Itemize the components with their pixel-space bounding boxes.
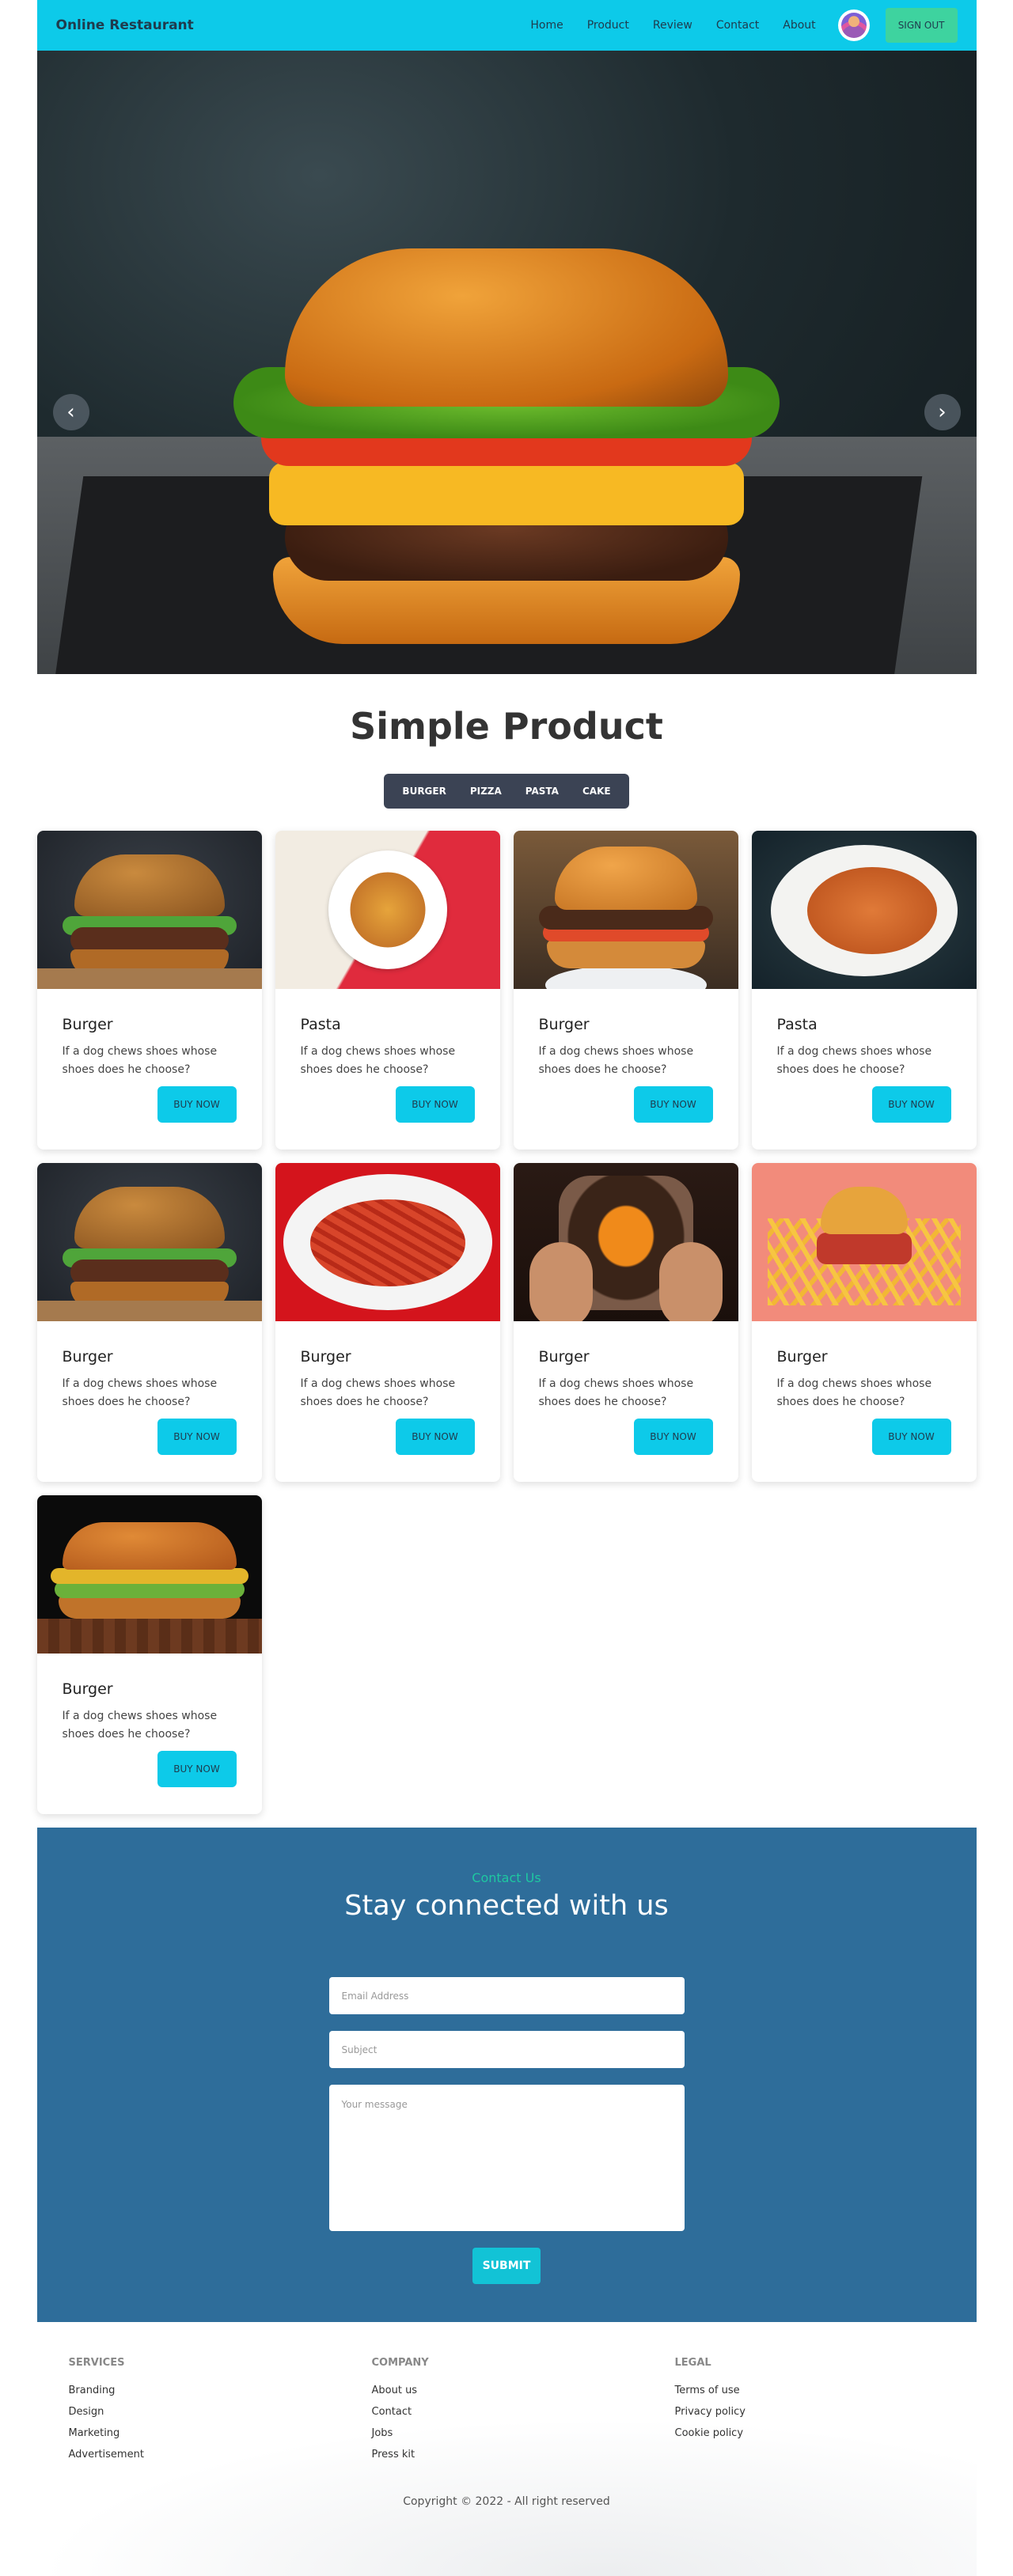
footer-link-contact[interactable]: Contact bbox=[372, 2406, 675, 2427]
product-card: Burger If a dog chews shoes whose shoes … bbox=[36, 1495, 262, 1814]
product-title: Burger bbox=[62, 1680, 113, 1698]
message-field[interactable]: Your message bbox=[328, 2085, 685, 2231]
product-description: If a dog chews shoes whose shoes does he… bbox=[62, 1377, 218, 1408]
category-tabs: BURGER PIZZA PASTA CAKE bbox=[37, 774, 977, 809]
buy-now-button[interactable]: BUY NOW bbox=[395, 1086, 475, 1123]
copyright: Copyright © 2022 - All right reserved bbox=[403, 2495, 610, 2508]
footer-link-marketing[interactable]: Marketing bbox=[69, 2427, 372, 2449]
product-image bbox=[513, 1163, 738, 1321]
footer-heading: SERVICES bbox=[68, 2357, 125, 2369]
product-grid: Burger If a dog chews shoes whose shoes … bbox=[36, 831, 977, 1814]
footer-link-jobs[interactable]: Jobs bbox=[372, 2427, 675, 2449]
nav-link-product[interactable]: Product bbox=[587, 19, 629, 32]
buy-now-button[interactable]: BUY NOW bbox=[157, 1419, 237, 1455]
hero-cheese bbox=[269, 462, 744, 525]
product-card: Pasta If a dog chews shoes whose shoes d… bbox=[751, 831, 977, 1150]
product-image bbox=[513, 831, 738, 989]
buy-now-button[interactable]: BUY NOW bbox=[633, 1086, 713, 1123]
contact-section: Contact Us Stay connected with us Email … bbox=[36, 1828, 977, 2322]
product-description: If a dog chews shoes whose shoes does he… bbox=[62, 1710, 218, 1741]
hero-carousel: ‹ › bbox=[36, 51, 977, 674]
submit-button[interactable]: SUBMIT bbox=[472, 2248, 541, 2284]
product-image bbox=[275, 1163, 500, 1321]
product-card: Pasta If a dog chews shoes whose shoes d… bbox=[275, 831, 500, 1150]
product-description: If a dog chews shoes whose shoes does he… bbox=[776, 1045, 932, 1076]
product-title: Burger bbox=[62, 1348, 113, 1366]
product-card: Burger If a dog chews shoes whose shoes … bbox=[275, 1163, 500, 1482]
product-card: Burger If a dog chews shoes whose shoes … bbox=[513, 831, 738, 1150]
footer-services: SERVICES Branding Design Marketing Adver… bbox=[69, 2357, 372, 2470]
product-title: Pasta bbox=[300, 1016, 341, 1033]
nav-link-review[interactable]: Review bbox=[653, 19, 692, 32]
product-image bbox=[751, 831, 977, 989]
product-image bbox=[36, 1163, 262, 1321]
footer-link-branding[interactable]: Branding bbox=[69, 2385, 372, 2406]
tab-cake[interactable]: CAKE bbox=[571, 786, 623, 797]
footer-link-press-kit[interactable]: Press kit bbox=[372, 2449, 675, 2470]
brand-logo[interactable]: Online Restaurant bbox=[56, 17, 194, 33]
buy-now-button[interactable]: BUY NOW bbox=[633, 1419, 713, 1455]
email-field[interactable]: Email Address bbox=[328, 1977, 685, 2014]
product-image bbox=[751, 1163, 977, 1321]
buy-now-button[interactable]: BUY NOW bbox=[871, 1086, 951, 1123]
footer: SERVICES Branding Design Marketing Adver… bbox=[36, 2322, 977, 2576]
products-title: Simple Product bbox=[350, 705, 663, 748]
contact-title: Stay connected with us bbox=[344, 1890, 669, 1922]
product-title: Burger bbox=[62, 1016, 113, 1033]
buy-now-button[interactable]: BUY NOW bbox=[157, 1751, 237, 1787]
buy-now-button[interactable]: BUY NOW bbox=[395, 1419, 475, 1455]
buy-now-button[interactable]: BUY NOW bbox=[157, 1086, 237, 1123]
product-title: Burger bbox=[776, 1348, 828, 1366]
nav-link-contact[interactable]: Contact bbox=[716, 19, 759, 32]
subject-field[interactable]: Subject bbox=[328, 2031, 685, 2068]
footer-link-about[interactable]: About us bbox=[372, 2385, 675, 2406]
avatar-image bbox=[840, 13, 867, 38]
product-description: If a dog chews shoes whose shoes does he… bbox=[538, 1045, 694, 1076]
product-title: Burger bbox=[538, 1016, 590, 1033]
hero-bun-top bbox=[285, 248, 728, 407]
tab-pizza[interactable]: PIZZA bbox=[458, 786, 514, 797]
category-tabs-bar: BURGER PIZZA PASTA CAKE bbox=[384, 774, 629, 809]
navbar: Online Restaurant Home Product Review Co… bbox=[36, 0, 977, 51]
signout-button[interactable]: SIGN OUT bbox=[885, 8, 958, 43]
footer-link-design[interactable]: Design bbox=[69, 2406, 372, 2427]
product-image bbox=[275, 831, 500, 989]
product-title: Pasta bbox=[776, 1016, 818, 1033]
nav-link-about[interactable]: About bbox=[783, 19, 815, 32]
nav-link-home[interactable]: Home bbox=[530, 19, 563, 32]
product-description: If a dog chews shoes whose shoes does he… bbox=[776, 1377, 932, 1408]
product-card: Burger If a dog chews shoes whose shoes … bbox=[36, 831, 262, 1150]
footer-heading: COMPANY bbox=[371, 2357, 429, 2369]
avatar[interactable] bbox=[837, 9, 870, 41]
footer-legal: LEGAL Terms of use Privacy policy Cookie… bbox=[675, 2357, 912, 2470]
footer-link-privacy[interactable]: Privacy policy bbox=[675, 2406, 912, 2427]
product-card: Burger If a dog chews shoes whose shoes … bbox=[36, 1163, 262, 1482]
product-description: If a dog chews shoes whose shoes does he… bbox=[538, 1377, 694, 1408]
product-card: Burger If a dog chews shoes whose shoes … bbox=[513, 1163, 738, 1482]
tab-burger[interactable]: BURGER bbox=[390, 786, 457, 797]
footer-heading: LEGAL bbox=[674, 2357, 711, 2369]
buy-now-button[interactable]: BUY NOW bbox=[871, 1419, 951, 1455]
nav-links: Home Product Review Contact About bbox=[530, 19, 815, 32]
carousel-next-button[interactable]: › bbox=[924, 394, 961, 430]
product-card: Burger If a dog chews shoes whose shoes … bbox=[751, 1163, 977, 1482]
footer-link-terms[interactable]: Terms of use bbox=[675, 2385, 912, 2406]
carousel-prev-button[interactable]: ‹ bbox=[52, 394, 89, 430]
product-title: Burger bbox=[300, 1348, 351, 1366]
footer-company: COMPANY About us Contact Jobs Press kit bbox=[372, 2357, 675, 2470]
product-image bbox=[36, 1495, 262, 1654]
product-description: If a dog chews shoes whose shoes does he… bbox=[300, 1045, 456, 1076]
footer-link-cookie[interactable]: Cookie policy bbox=[675, 2427, 912, 2449]
tab-pasta[interactable]: PASTA bbox=[514, 786, 571, 797]
product-title: Burger bbox=[538, 1348, 590, 1366]
product-description: If a dog chews shoes whose shoes does he… bbox=[62, 1045, 218, 1076]
footer-link-advertisement[interactable]: Advertisement bbox=[69, 2449, 372, 2470]
product-image bbox=[36, 831, 262, 989]
contact-form: Email Address Subject Your message SUBMI… bbox=[328, 1977, 685, 2284]
contact-kicker: Contact Us bbox=[472, 1870, 541, 1885]
product-description: If a dog chews shoes whose shoes does he… bbox=[300, 1377, 456, 1408]
